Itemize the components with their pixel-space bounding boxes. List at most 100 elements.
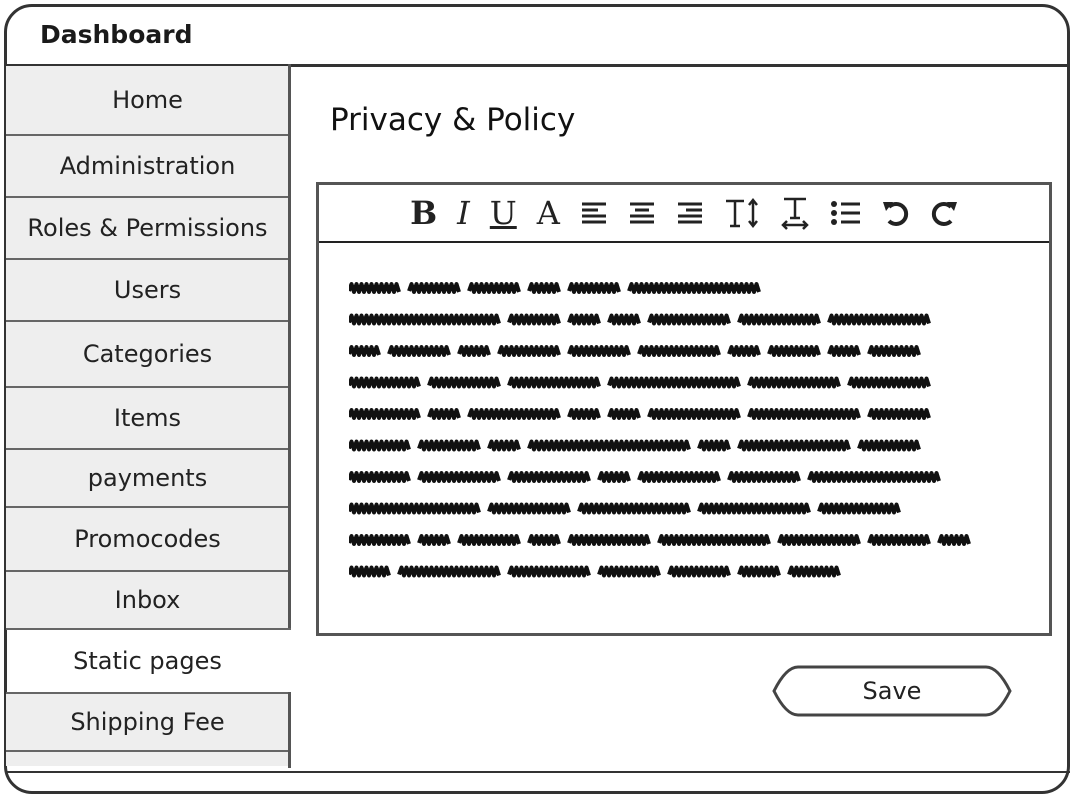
scribble-word — [697, 502, 811, 515]
sidebar-item-roles-permissions[interactable]: Roles & Permissions — [6, 198, 289, 258]
scribble-word — [637, 345, 721, 357]
save-button-label: Save — [862, 677, 922, 705]
scribble-word — [697, 439, 731, 452]
sidebar-item-payments[interactable]: payments — [6, 450, 289, 506]
scribble-word — [567, 345, 631, 357]
scribble-word — [847, 376, 931, 389]
scribble-word — [527, 534, 561, 546]
align-left-icon[interactable] — [580, 193, 608, 233]
scribble-word — [867, 408, 931, 420]
align-right-icon[interactable] — [676, 193, 704, 233]
scribble-word — [737, 313, 821, 326]
scribble-word — [827, 345, 861, 357]
scribble-word — [349, 376, 421, 389]
scribble-word — [487, 502, 571, 515]
sidebar-item-categories[interactable]: Categories — [6, 322, 289, 386]
scribble-word — [737, 439, 851, 452]
redo-icon[interactable] — [930, 193, 958, 233]
scribble-word — [657, 534, 771, 546]
scribble-word — [349, 408, 421, 420]
scribble-word — [457, 534, 521, 546]
scribble-word — [817, 502, 901, 515]
sidebar-item-label: Promocodes — [74, 525, 221, 553]
undo-icon[interactable] — [882, 193, 910, 233]
scribble-word — [349, 282, 401, 294]
scribble-word — [627, 282, 761, 294]
scribble-word — [349, 313, 501, 326]
scribble-word — [397, 565, 501, 578]
sidebar-item-static-pages[interactable]: Static pages — [6, 630, 289, 692]
scribble-word — [607, 376, 741, 389]
rich-text-editor[interactable]: B I U A — [316, 182, 1052, 636]
footer-divider — [6, 771, 1070, 773]
scribble-word — [787, 565, 841, 578]
scribble-word — [767, 345, 821, 357]
sidebar-item-label: Static pages — [73, 647, 222, 675]
scribble-word — [777, 534, 861, 546]
sidebar-item-label: Home — [112, 86, 183, 114]
italic-icon[interactable]: I — [457, 193, 470, 233]
scribble-word — [457, 345, 491, 357]
text-height-icon[interactable] — [724, 193, 760, 233]
sidebar-item-administration[interactable]: Administration — [6, 136, 289, 196]
scribble-word — [349, 345, 381, 357]
scribble-word — [349, 502, 481, 515]
scribble-word — [427, 376, 501, 389]
scribble-word — [827, 313, 931, 326]
scribble-word — [527, 282, 561, 294]
scribble-word — [867, 345, 921, 357]
sidebar-item-shipping-fee[interactable]: Shipping Fee — [6, 694, 289, 750]
scribble-word — [507, 313, 561, 326]
sidebar-item-label: payments — [87, 464, 208, 492]
sidebar-item-home[interactable]: Home — [6, 66, 289, 134]
scribble-word — [417, 534, 451, 546]
scribble-word — [647, 408, 741, 420]
scribble-word — [567, 534, 651, 546]
scribble-word — [387, 345, 451, 357]
scribble-word — [417, 471, 501, 483]
editor-content[interactable] — [349, 275, 999, 585]
scribble-word — [747, 408, 861, 420]
scribble-word — [407, 282, 461, 294]
scribble-word — [417, 439, 481, 452]
sidebar-item-users[interactable]: Users — [6, 260, 289, 320]
sidebar-empty-row — [6, 752, 289, 766]
sidebar-item-label: Items — [113, 404, 182, 432]
sidebar-item-inbox[interactable]: Inbox — [6, 572, 289, 628]
sidebar-item-label: Shipping Fee — [70, 708, 225, 736]
bold-icon[interactable]: B — [410, 193, 437, 233]
scribble-word — [597, 471, 631, 483]
scribble-word — [427, 408, 461, 420]
scribble-word — [637, 471, 721, 483]
scribble-word — [607, 408, 641, 420]
sidebar-item-promocodes[interactable]: Promocodes — [6, 508, 289, 570]
underline-icon[interactable]: U — [490, 193, 517, 233]
scribble-word — [597, 565, 661, 578]
sidebar-item-label: Users — [113, 276, 182, 304]
scribble-word — [349, 565, 391, 578]
page-title: Privacy & Policy — [330, 102, 576, 138]
font-color-icon[interactable]: A — [537, 193, 560, 233]
scribble-word — [867, 534, 931, 546]
save-button[interactable]: Save — [770, 664, 1014, 718]
scribble-word — [507, 471, 591, 483]
scribble-word — [567, 313, 601, 326]
text-width-icon[interactable] — [780, 193, 810, 233]
app-title: Dashboard — [40, 20, 193, 49]
scribble-word — [349, 534, 411, 546]
scribble-word — [349, 471, 411, 483]
scribble-word — [467, 282, 521, 294]
scribble-word — [349, 439, 411, 452]
scribble-word — [467, 408, 561, 420]
align-center-icon[interactable] — [628, 193, 656, 233]
sidebar-item-label: Categories — [82, 340, 213, 368]
scribble-word — [577, 502, 691, 515]
scribble-word — [737, 565, 781, 578]
bullet-list-icon[interactable] — [830, 193, 862, 233]
sidebar-item-items[interactable]: Items — [6, 388, 289, 448]
sidebar-item-label: Roles & Permissions — [27, 214, 268, 242]
scribble-word — [937, 534, 971, 546]
editor-toolbar: B I U A — [319, 185, 1049, 243]
scribble-word — [507, 376, 601, 389]
scribble-word — [857, 439, 921, 452]
